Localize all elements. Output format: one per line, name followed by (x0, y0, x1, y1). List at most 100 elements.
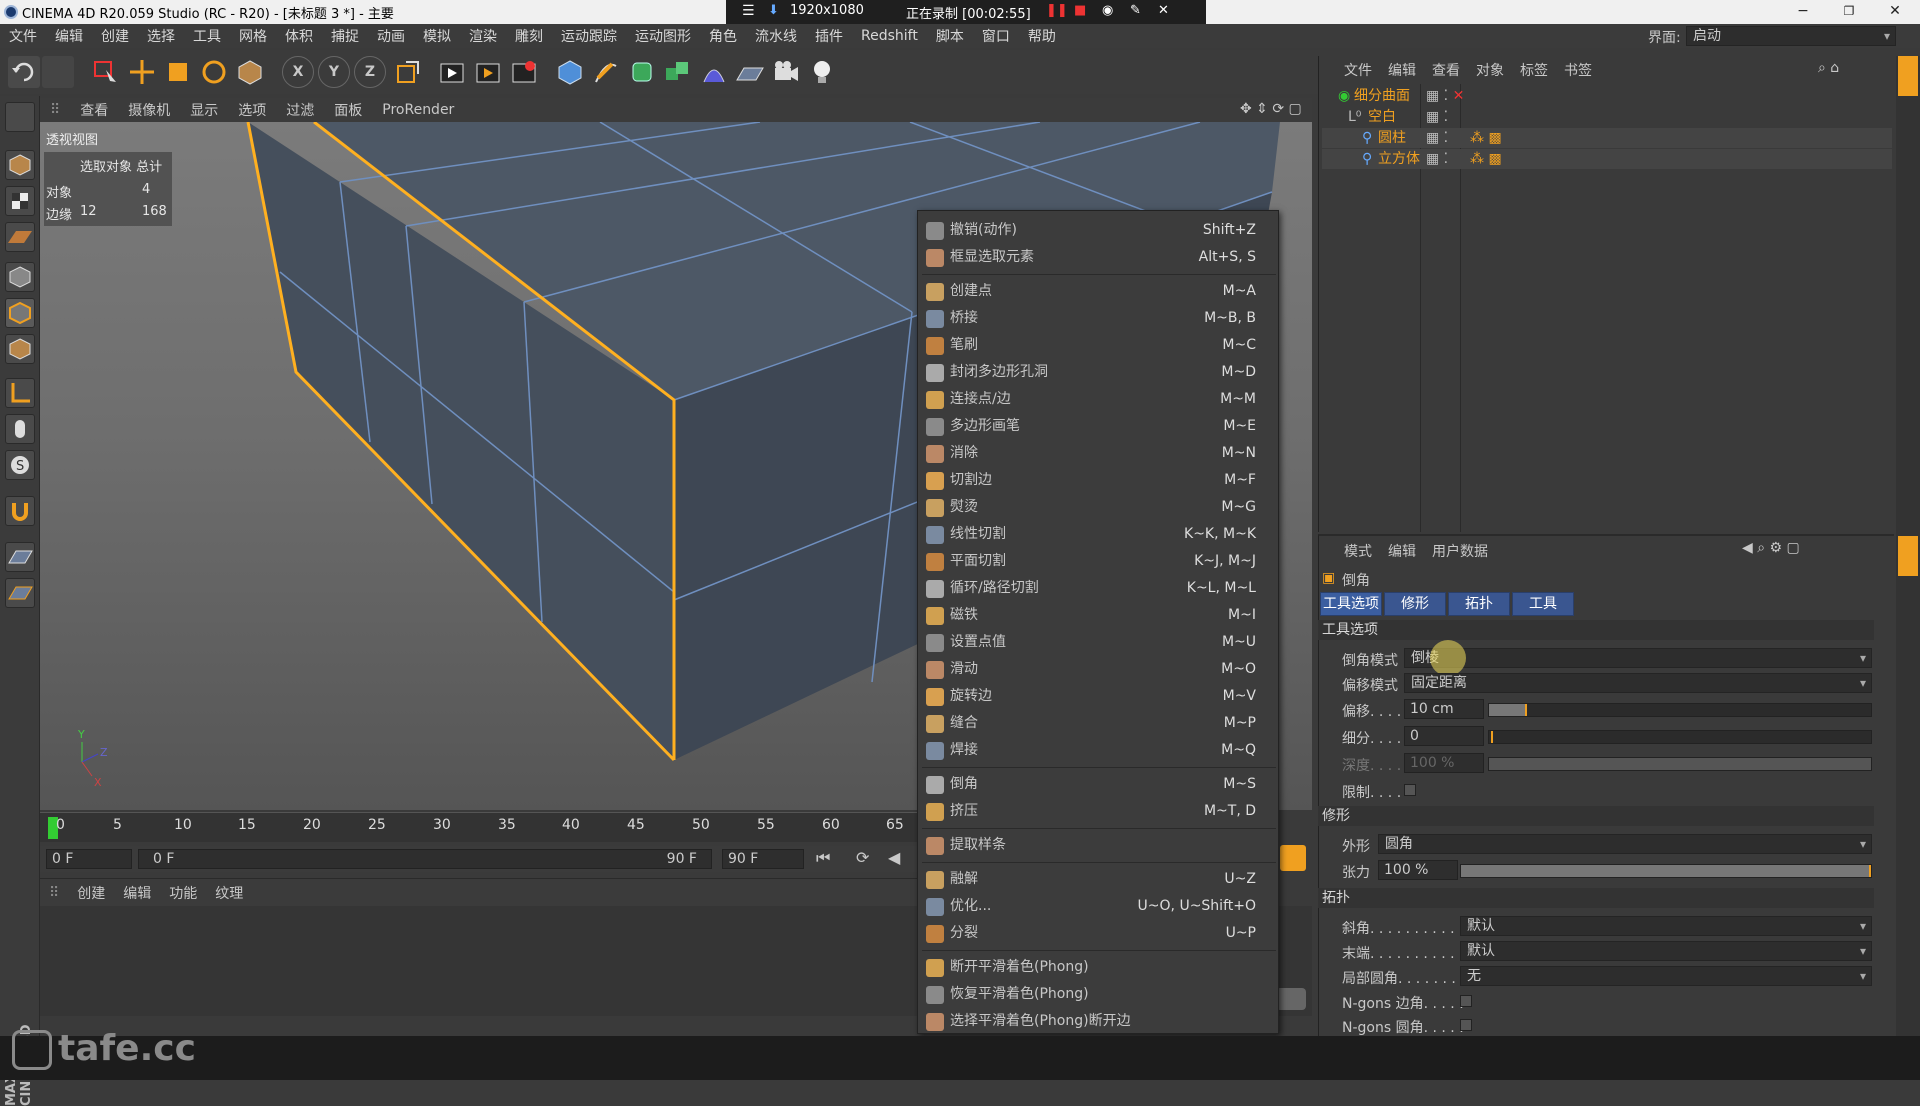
context-menu-item[interactable]: 设置点值 M~U (918, 629, 1280, 656)
context-menu-item[interactable]: 恢复平滑着色(Phong) (918, 981, 1280, 1008)
subdivision-slider[interactable] (1488, 730, 1872, 744)
attributes-tab[interactable] (1898, 536, 1918, 576)
goto-start-icon[interactable]: ⏮ (816, 848, 830, 868)
snap-icon[interactable]: S (5, 450, 35, 480)
polygons-mode-icon[interactable] (5, 334, 35, 364)
context-menu-item[interactable]: 提取样条 (918, 832, 1280, 859)
undo-icon[interactable] (8, 56, 40, 88)
vp-menu-view[interactable]: 查看 (70, 100, 118, 120)
context-menu-item[interactable]: 线性切割 K~K, M~K (918, 521, 1280, 548)
object-row[interactable]: ⚲ 立方体 ▦ ⁚ ⁂ ▩ (1322, 149, 1892, 169)
menu-volume[interactable]: 体积 (276, 26, 322, 46)
menu-animate[interactable]: 动画 (368, 26, 414, 46)
pen-spline-icon[interactable] (590, 56, 622, 88)
array-icon[interactable] (662, 56, 694, 88)
tension-field[interactable]: 100 % (1378, 860, 1458, 880)
object-row[interactable]: ⚲ 圆柱 ▦ ⁚ ⁂ ▩ (1322, 128, 1892, 148)
context-menu-item[interactable]: 倒角 M~S (918, 771, 1280, 798)
menu-mesh[interactable]: 网格 (230, 26, 276, 46)
context-menu-item[interactable]: 创建点 M~A (918, 278, 1280, 305)
menu-simulate[interactable]: 模拟 (414, 26, 460, 46)
object-mode-icon[interactable] (234, 56, 266, 88)
ngon-edge-checkbox[interactable] (1460, 995, 1472, 1007)
grid-workplane-icon[interactable] (5, 542, 35, 572)
camera-object-icon[interactable] (770, 56, 802, 88)
timeline-keyframe-icon[interactable] (1280, 845, 1306, 871)
redo-icon[interactable] (42, 56, 74, 88)
tweak-mode-icon[interactable] (5, 414, 35, 444)
menu-motion-tracker[interactable]: 运动跟踪 (552, 26, 626, 46)
tab-tool[interactable]: 工具 (1512, 592, 1574, 616)
menu-edit[interactable]: 编辑 (46, 26, 92, 46)
menu-plugins[interactable]: 插件 (806, 26, 852, 46)
context-menu-item[interactable]: 循环/路径切割 K~L, M~L (918, 575, 1280, 602)
partial-rounding-dropdown[interactable]: 无 (1460, 966, 1872, 986)
model-mode-icon[interactable] (5, 150, 35, 180)
menu-script[interactable]: 脚本 (927, 26, 973, 46)
close-button[interactable]: ✕ (1872, 0, 1918, 24)
menu-icon[interactable]: ☰ (742, 3, 755, 19)
limit-checkbox[interactable] (1404, 784, 1416, 796)
menu-redshift[interactable]: Redshift (852, 28, 927, 44)
obj-menu-bookmarks[interactable]: 书签 (1556, 60, 1600, 80)
visibility-icon[interactable]: ▦ ⁚ (1426, 107, 1448, 127)
coordinates-apply-button[interactable] (1276, 988, 1306, 1010)
attr-menu-edit[interactable]: 编辑 (1380, 540, 1424, 564)
context-menu-item[interactable]: 框显选取元素 Alt+S, S (918, 244, 1280, 271)
tab-shaping[interactable]: 修形 (1384, 592, 1446, 616)
context-menu-item[interactable]: 滑动 M~O (918, 656, 1280, 683)
context-menu-item[interactable]: 连接点/边 M~M (918, 386, 1280, 413)
context-menu-item[interactable]: 挤压 M~T, D (918, 798, 1280, 825)
timeline-ruler[interactable]: 0 5 10 15 20 25 30 35 40 45 50 55 60 65 (40, 812, 920, 842)
phong-tag-icon[interactable]: ⁂ ▩ (1470, 128, 1502, 148)
vp-menu-cameras[interactable]: 摄像机 (118, 100, 180, 120)
rotate-tool-icon[interactable] (198, 56, 230, 88)
floor-icon[interactable] (734, 56, 766, 88)
objects-tab[interactable] (1898, 56, 1918, 96)
mat-menu-function[interactable]: 功能 (160, 883, 206, 903)
context-menu-item[interactable]: 封闭多边形孔洞 M~D (918, 359, 1280, 386)
stop-icon[interactable]: ■ (1074, 3, 1086, 18)
layout-dropdown[interactable]: 启动 (1686, 26, 1896, 46)
mic-icon[interactable]: ⬇ (768, 3, 779, 18)
live-selection-icon[interactable] (90, 56, 122, 88)
attr-nav-icons[interactable]: ◀ ⌕ ⚙ ▢ (1742, 540, 1800, 556)
mat-menu-texture[interactable]: 纹理 (206, 883, 252, 903)
visibility-icon[interactable]: ▦ ⁚ ✕ (1426, 86, 1464, 106)
shape-dropdown[interactable]: 圆角 (1378, 834, 1872, 854)
close-recorder-icon[interactable]: ✕ (1158, 3, 1169, 18)
vp-menu-prorender[interactable]: ProRender (372, 102, 464, 118)
context-menu-item[interactable]: 平面切割 K~J, M~J (918, 548, 1280, 575)
menu-mograph[interactable]: 运动图形 (626, 26, 700, 46)
render-picture-viewer-icon[interactable] (472, 56, 504, 88)
light-object-icon[interactable] (806, 56, 838, 88)
points-mode-icon[interactable] (5, 262, 35, 292)
x-axis-lock-button[interactable]: X (282, 56, 314, 88)
obj-menu-view[interactable]: 查看 (1424, 60, 1468, 80)
locked-workplane-icon[interactable] (5, 578, 35, 608)
end-dropdown[interactable]: 默认 (1460, 941, 1872, 961)
maximize-button[interactable]: ❐ (1826, 0, 1872, 24)
context-menu-item[interactable]: 旋转边 M~V (918, 683, 1280, 710)
depth-field[interactable]: 100 % (1404, 753, 1484, 773)
vp-menu-display[interactable]: 显示 (180, 100, 228, 120)
menu-file[interactable]: 文件 (0, 26, 46, 46)
step-back-icon[interactable]: ◀ (888, 848, 900, 867)
world-coordinates-icon[interactable] (392, 56, 424, 88)
menu-snap[interactable]: 捕捉 (322, 26, 368, 46)
context-menu-item[interactable]: 焊接 M~Q (918, 737, 1280, 764)
y-axis-lock-button[interactable]: Y (318, 56, 350, 88)
context-menu-item[interactable]: 桥接 M~B, B (918, 305, 1280, 332)
pen-icon[interactable]: ✎ (1130, 3, 1141, 18)
tension-slider[interactable] (1460, 864, 1872, 878)
menu-help[interactable]: 帮助 (1019, 26, 1065, 46)
menu-render[interactable]: 渲染 (460, 26, 506, 46)
viewport-nav-icons[interactable]: ✥ ⇕ ⟳ ▢ (1240, 101, 1302, 117)
menu-create[interactable]: 创建 (92, 26, 138, 46)
offset-slider[interactable] (1488, 703, 1872, 717)
attr-menu-mode[interactable]: 模式 (1336, 540, 1380, 564)
context-menu-item[interactable]: 选择平滑着色(Phong)断开边 (918, 1008, 1280, 1035)
offset-field[interactable]: 10 cm (1404, 699, 1484, 719)
depth-slider[interactable] (1488, 757, 1872, 771)
context-menu-item[interactable]: 撤销(动作) Shift+Z (918, 217, 1280, 244)
